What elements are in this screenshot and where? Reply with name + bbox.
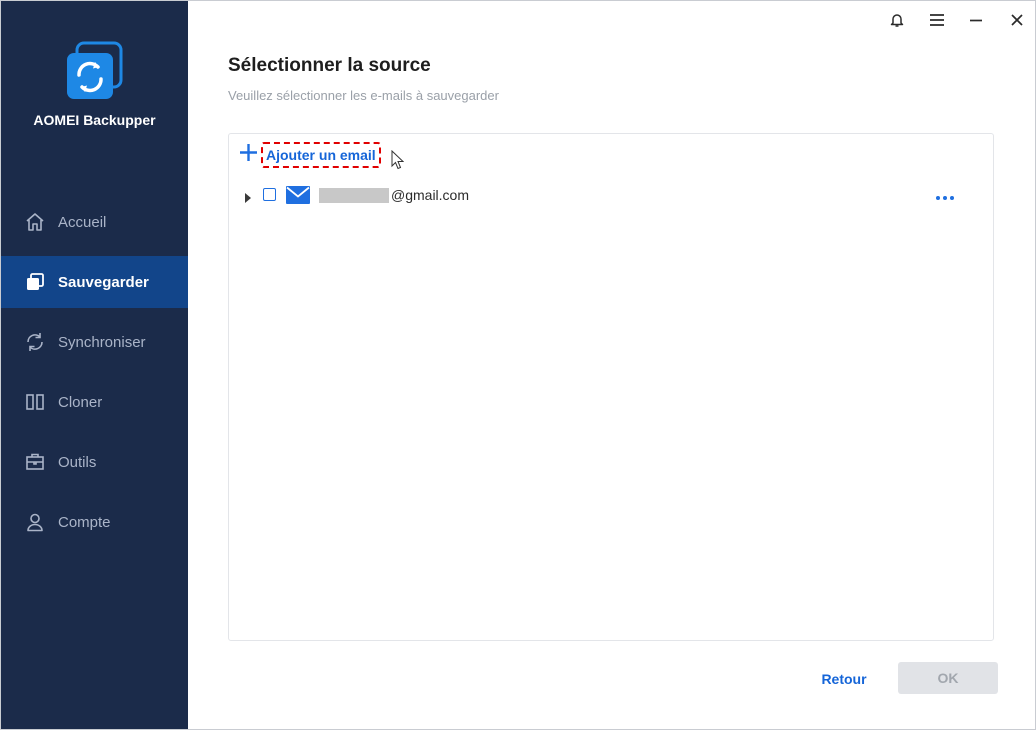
sidebar-item-outils[interactable]: Outils: [1, 436, 188, 488]
minimize-icon: [970, 13, 982, 31]
user-icon: [24, 511, 46, 533]
more-options-button[interactable]: [934, 186, 956, 206]
ellipsis-icon: [936, 187, 954, 205]
list-item: @gmail.com: [229, 184, 993, 208]
sidebar-item-sauvegarder[interactable]: Sauvegarder: [1, 256, 188, 308]
app-logo-icon: [65, 41, 123, 99]
add-email-link[interactable]: Ajouter un email: [261, 142, 381, 168]
email-domain: @gmail.com: [391, 187, 470, 203]
sidebar-item-accueil[interactable]: Accueil: [1, 196, 188, 248]
redacted-username: [319, 187, 389, 203]
sidebar-item-label: Compte: [58, 513, 111, 531]
minimize-button[interactable]: [963, 9, 989, 35]
menu-icon: [930, 13, 944, 31]
expand-arrow-icon[interactable]: [244, 190, 252, 208]
page-subtitle: Veuillez sélectionner les e-mails à sauv…: [228, 88, 499, 103]
sidebar-item-label: Sauvegarder: [58, 273, 149, 291]
email-source-panel: Ajouter un email @gmail.com: [228, 133, 994, 641]
sidebar-item-compte[interactable]: Compte: [1, 496, 188, 548]
email-checkbox[interactable]: [263, 188, 276, 201]
sidebar: AOMEI Backupper Accueil Sauvegarder Sync…: [1, 1, 188, 729]
close-button[interactable]: [1004, 9, 1030, 35]
sidebar-item-label: Cloner: [58, 393, 103, 411]
back-button[interactable]: Retour: [809, 664, 879, 694]
tools-icon: [24, 451, 46, 473]
sidebar-item-label: Synchroniser: [58, 333, 146, 351]
sidebar-item-cloner[interactable]: Cloner: [1, 376, 188, 428]
add-email-row[interactable]: Ajouter un email: [239, 142, 381, 168]
close-icon: [1011, 13, 1023, 31]
backup-icon: [24, 271, 46, 293]
bell-icon: [889, 12, 905, 33]
plus-icon[interactable]: [239, 143, 258, 167]
sidebar-item-label: Outils: [58, 453, 97, 471]
page-title: Sélectionner la source: [228, 55, 431, 76]
clone-icon: [24, 391, 46, 413]
sidebar-item-synchroniser[interactable]: Synchroniser: [1, 316, 188, 368]
ok-button[interactable]: OK: [898, 662, 998, 694]
app-window: AOMEI Backupper Accueil Sauvegarder Sync…: [0, 0, 1036, 730]
sidebar-item-label: Accueil: [58, 213, 107, 231]
sync-icon: [24, 331, 46, 353]
mouse-cursor-icon: [391, 149, 405, 175]
notification-button[interactable]: [884, 9, 910, 35]
menu-button[interactable]: [924, 9, 950, 35]
app-name: AOMEI Backupper: [33, 112, 156, 128]
email-address: @gmail.com: [319, 187, 469, 203]
mail-icon: [286, 186, 310, 209]
home-icon: [24, 211, 46, 233]
